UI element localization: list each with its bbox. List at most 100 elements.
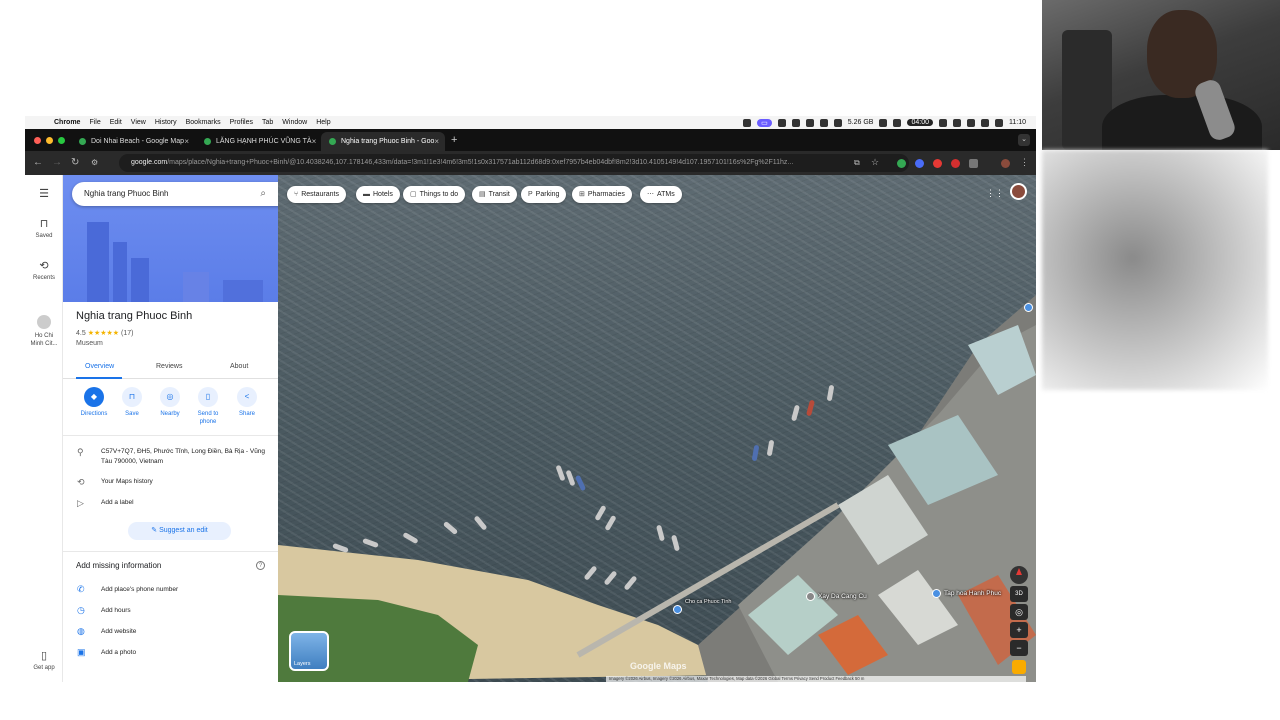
suggest-edit-button[interactable]: ✎ Suggest an edit [128, 522, 231, 540]
back-icon[interactable]: ← [33, 157, 43, 168]
poi-marker-icon[interactable] [806, 592, 815, 601]
add-website-link[interactable]: Add website [101, 628, 136, 635]
wifi-icon[interactable] [791, 118, 800, 127]
add-phone-link[interactable]: Add place's phone number [101, 586, 178, 593]
close-window-icon[interactable] [34, 137, 41, 144]
status-icon[interactable] [879, 118, 888, 127]
poi-marker-icon[interactable] [1024, 303, 1033, 312]
saved-button[interactable]: ⊓ Saved [25, 217, 63, 239]
add-label-link[interactable]: Add a label [101, 498, 271, 508]
chip-pharmacies[interactable]: ⊞ Pharmacies [572, 186, 632, 203]
tab-overview[interactable]: Overview [85, 363, 114, 370]
nearby-button[interactable]: ◎ Nearby [152, 387, 188, 418]
save-button[interactable]: ⊓ Save [114, 387, 150, 418]
chip-parking[interactable]: P Parking [521, 186, 567, 203]
directions-button[interactable]: ◆ Directions [76, 387, 112, 418]
maximize-window-icon[interactable] [58, 137, 65, 144]
status-icon[interactable] [967, 118, 975, 127]
menu-button[interactable]: ☰ [25, 187, 63, 203]
extension-icon[interactable] [933, 159, 942, 168]
recents-button[interactable]: ⟲ Recents [25, 259, 63, 281]
screen-record-icon[interactable]: ▭ [757, 118, 772, 127]
address-bar[interactable]: google.com/maps/place/Nghia+trang+Phuoc+… [119, 154, 909, 172]
poi-marker-icon[interactable] [932, 589, 941, 598]
menu-profiles[interactable]: Profiles [230, 119, 253, 126]
status-icon[interactable] [743, 118, 752, 127]
get-app-button[interactable]: ▯ Get app [25, 649, 63, 671]
chip-restaurants[interactable]: ⑂ Restaurants [287, 186, 346, 203]
profile-avatar-icon[interactable] [1001, 159, 1010, 168]
reload-icon[interactable]: ↻ [71, 157, 79, 168]
extension-icon[interactable] [897, 159, 906, 168]
menu-edit[interactable]: Edit [110, 119, 122, 126]
extensions-puzzle-icon[interactable] [969, 159, 978, 168]
search-icon[interactable] [981, 118, 989, 127]
my-location-icon[interactable]: ◎ [1010, 604, 1028, 620]
tilt-3d-button[interactable]: 3D [1010, 586, 1028, 602]
bluetooth-icon[interactable] [777, 118, 786, 127]
minimize-window-icon[interactable] [46, 137, 53, 144]
layers-button[interactable]: Layers [289, 631, 329, 671]
menu-tab[interactable]: Tab [262, 119, 273, 126]
menu-bookmarks[interactable]: Bookmarks [186, 119, 221, 126]
menu-file[interactable]: File [89, 119, 100, 126]
menu-help[interactable]: Help [316, 119, 330, 126]
chip-atms[interactable]: ⋯ ATMs [640, 186, 682, 203]
control-center-icon[interactable] [995, 118, 1003, 127]
timer-readout[interactable]: 04:00 [907, 119, 933, 126]
status-icon[interactable] [893, 118, 902, 127]
street-view-pegman-icon[interactable] [1012, 660, 1026, 674]
menu-view[interactable]: View [131, 119, 146, 126]
add-hours-link[interactable]: Add hours [101, 607, 131, 614]
chip-transit[interactable]: ▤ Transit [472, 186, 517, 203]
search-input[interactable]: Nghia trang Phuoc Binh ⌕ × [72, 182, 278, 206]
satellite-map[interactable]: ⑂ Restaurants ▬ Hotels ▢ Things to do ▤ Tran… [278, 175, 1036, 682]
forward-icon[interactable]: → [52, 157, 62, 168]
search-icon[interactable]: ⌕ [260, 182, 266, 206]
help-icon[interactable]: ? [256, 561, 265, 570]
close-tab-icon[interactable]: × [184, 137, 189, 146]
browser-tab[interactable]: Doi Nhai Beach - Google Map × [71, 132, 195, 151]
account-avatar[interactable] [1010, 183, 1027, 200]
status-icon[interactable] [819, 118, 828, 127]
menu-chrome[interactable]: Chrome [54, 119, 80, 126]
browser-menu-icon[interactable]: ⋮ [1020, 157, 1029, 168]
maps-history-link[interactable]: Your Maps history [101, 477, 271, 487]
zoom-in-button[interactable]: + [1010, 622, 1028, 638]
install-app-icon[interactable]: ⧉ [854, 158, 860, 168]
tab-about[interactable]: About [230, 363, 248, 370]
map-label[interactable]: Tap hoa Hanh Phuc [944, 590, 1001, 597]
send-to-phone-button[interactable]: ▯ Send to phone [190, 387, 226, 426]
menu-window[interactable]: Window [282, 119, 307, 126]
zoom-out-button[interactable]: − [1010, 640, 1028, 656]
bookmark-star-icon[interactable]: ☆ [871, 157, 879, 168]
status-icon[interactable] [953, 118, 961, 127]
share-button[interactable]: < Share [229, 387, 265, 418]
extension-icon[interactable] [951, 159, 960, 168]
add-photo-link[interactable]: Add a photo [101, 649, 136, 656]
place-category[interactable]: Museum [76, 340, 103, 347]
compass-icon[interactable] [1010, 566, 1028, 584]
recent-place-button[interactable]: Ho Chi Minh Cit... [25, 315, 63, 348]
google-apps-icon[interactable]: ⋮⋮ [986, 188, 1004, 199]
chip-things-to-do[interactable]: ▢ Things to do [403, 186, 466, 203]
tab-search-icon[interactable]: ⌄ [1018, 134, 1030, 146]
map-label[interactable]: Xay Da Cang Cu [818, 593, 867, 600]
tab-reviews[interactable]: Reviews [156, 363, 182, 370]
close-tab-icon[interactable]: × [312, 137, 317, 146]
browser-tab[interactable]: LĂNG HẠNH PHÚC VŨNG TÀ × [196, 132, 320, 151]
map-label[interactable]: Cho ca Phuoc Tinh [685, 599, 731, 605]
site-info-icon[interactable]: ⚙ [91, 158, 98, 167]
chip-hotels[interactable]: ▬ Hotels [356, 186, 400, 203]
browser-tab-active[interactable]: Nghia trang Phuoc Binh - Goo × [321, 132, 445, 151]
poi-marker-icon[interactable] [673, 605, 682, 614]
new-tab-icon[interactable]: + [451, 134, 457, 146]
place-address[interactable]: C57V+7Q7, ĐH5, Phước Tỉnh, Long Điền, Bà… [101, 447, 271, 467]
status-icon[interactable] [833, 118, 842, 127]
menu-history[interactable]: History [155, 119, 177, 126]
close-tab-icon[interactable]: × [434, 137, 439, 146]
status-icon[interactable] [939, 118, 947, 127]
extension-icon[interactable] [915, 159, 924, 168]
reviews-count[interactable]: (17) [121, 330, 133, 337]
status-icon[interactable] [805, 118, 814, 127]
